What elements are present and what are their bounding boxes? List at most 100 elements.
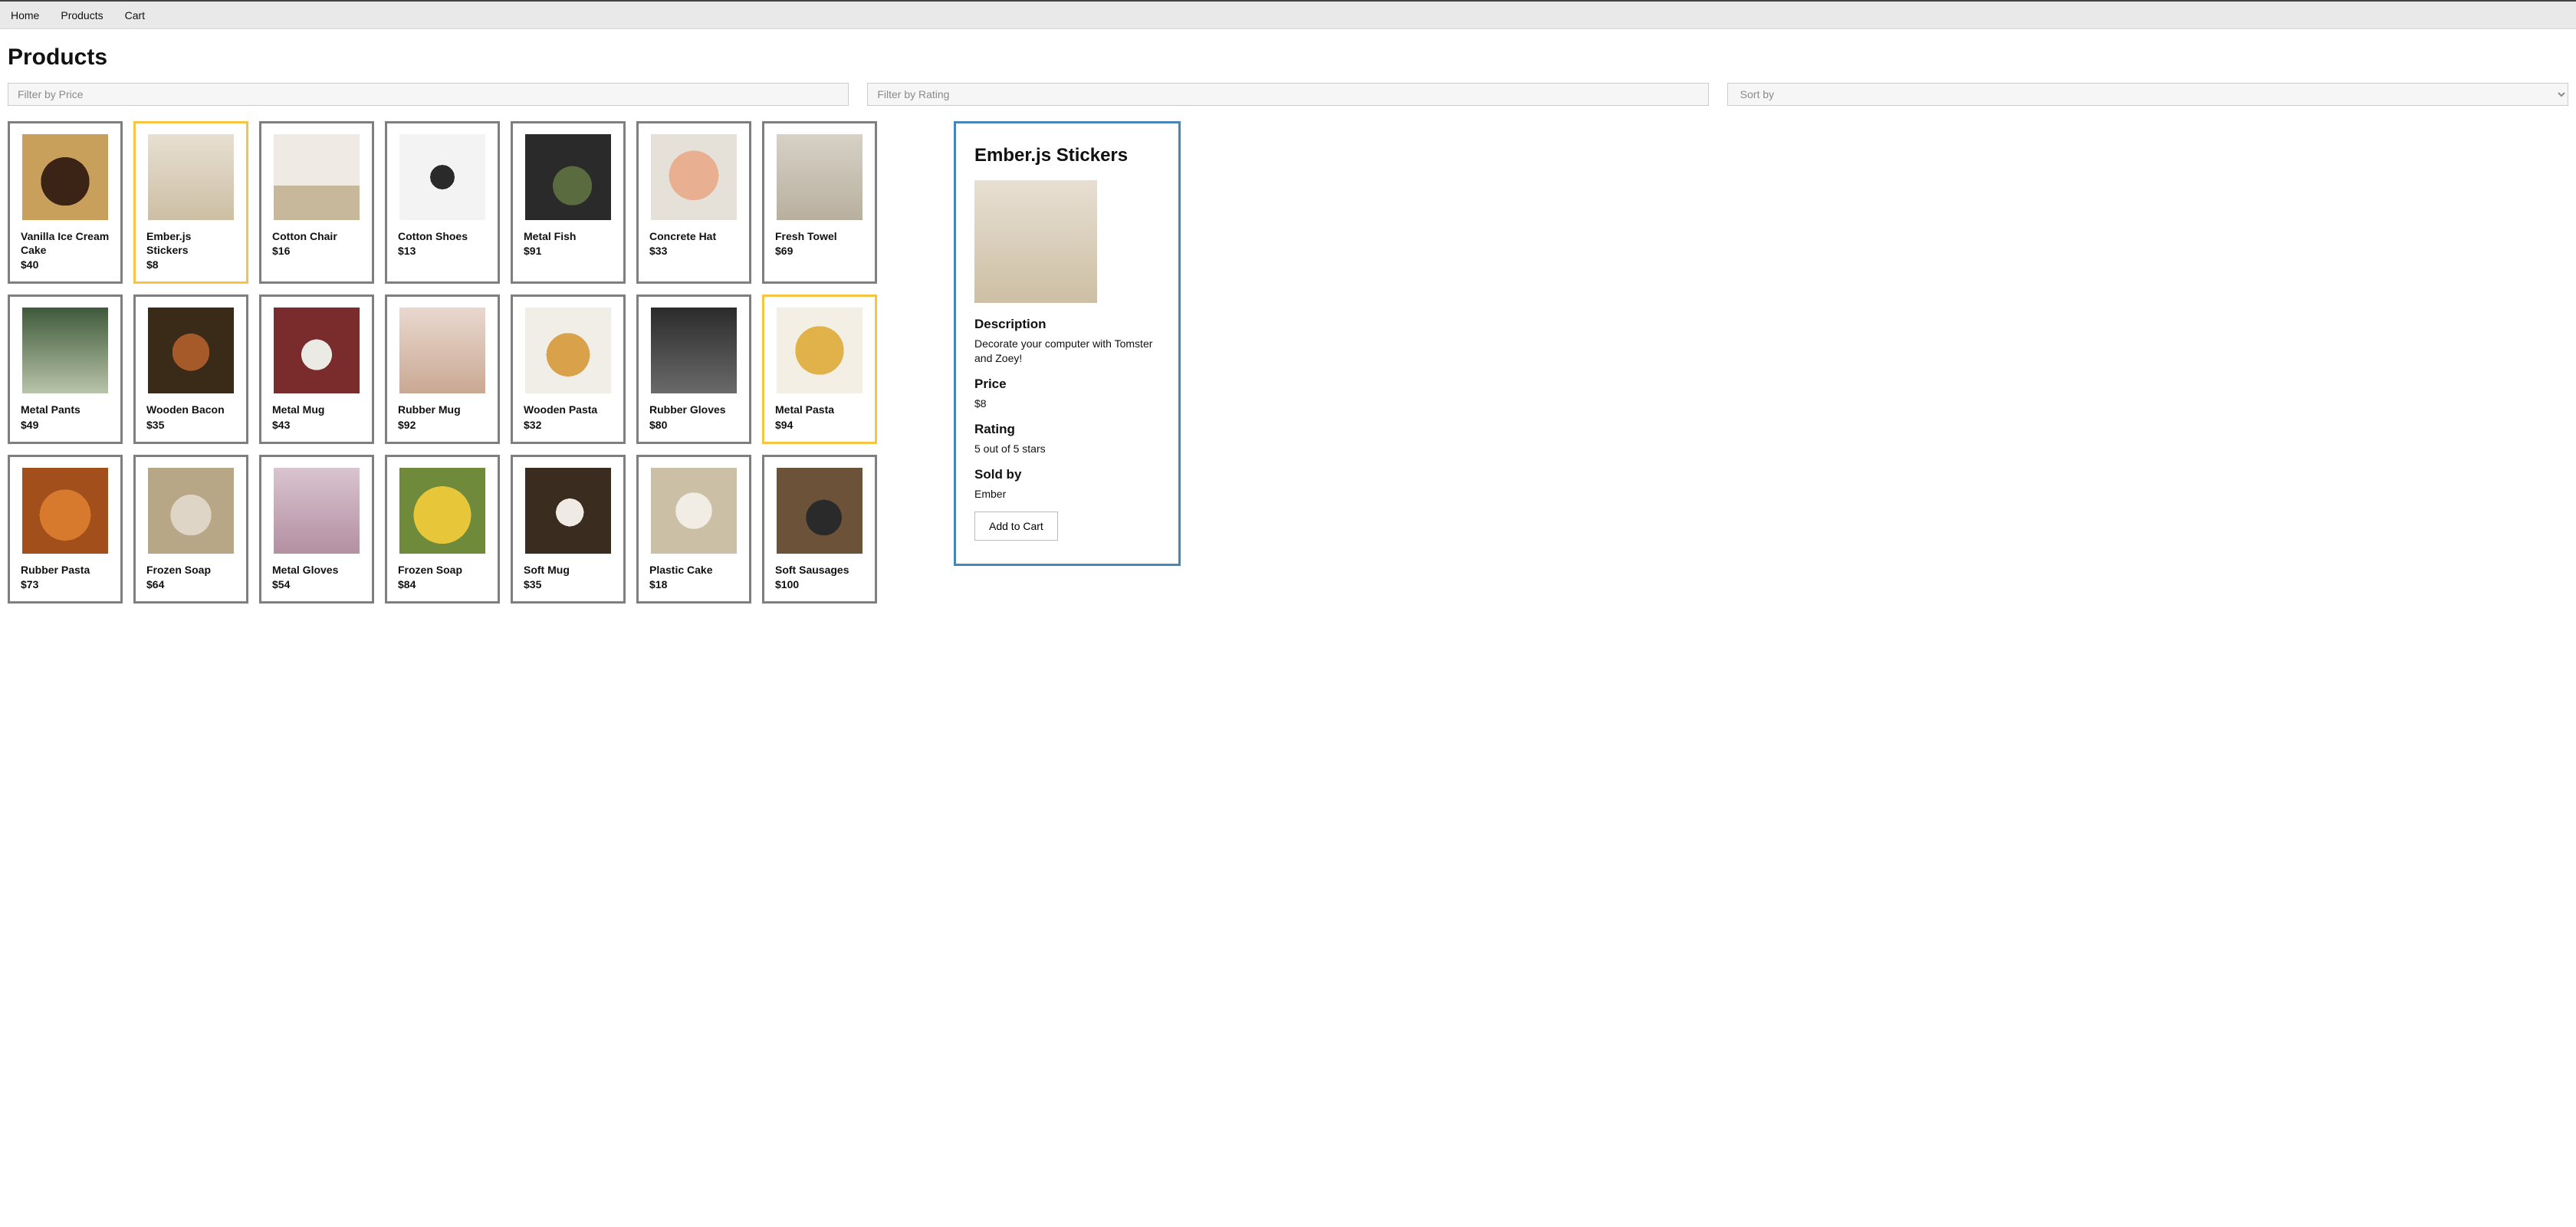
product-name: Metal Fish [524, 229, 613, 243]
product-name: Frozen Soap [398, 563, 487, 577]
product-card[interactable]: Metal Gloves$54 [259, 455, 374, 604]
product-image [777, 308, 863, 393]
top-nav: Home Products Cart [0, 0, 2576, 29]
detail-description-heading: Description [974, 317, 1160, 332]
product-price: $13 [398, 245, 487, 257]
product-image [148, 134, 234, 220]
nav-cart[interactable]: Cart [125, 9, 145, 21]
product-name: Wooden Pasta [524, 403, 613, 416]
product-grid: Vanilla Ice Cream Cake$40Ember.js Sticke… [8, 121, 877, 604]
product-card[interactable]: Rubber Mug $92 [385, 294, 500, 443]
product-card[interactable]: Frozen Soap$84 [385, 455, 500, 604]
product-name: Metal Gloves [272, 563, 361, 577]
product-name: Ember.js Stickers [146, 229, 235, 257]
product-image [525, 134, 611, 220]
detail-title: Ember.js Stickers [974, 145, 1160, 166]
product-card[interactable]: Rubber Gloves$80 [636, 294, 751, 443]
product-card[interactable]: Wooden Pasta $32 [511, 294, 626, 443]
sort-by-select[interactable]: Sort by [1727, 83, 2568, 106]
product-price: $100 [775, 578, 864, 590]
product-image [651, 308, 737, 393]
product-image [399, 308, 485, 393]
product-name: Metal Mug [272, 403, 361, 416]
detail-description-text: Decorate your computer with Tomster and … [974, 337, 1160, 366]
product-price: $54 [272, 578, 361, 590]
product-name: Plastic Cake [649, 563, 738, 577]
product-price: $18 [649, 578, 738, 590]
product-image [22, 308, 108, 393]
product-price: $35 [146, 419, 235, 431]
product-name: Fresh Towel [775, 229, 864, 243]
product-image [274, 468, 360, 554]
product-card[interactable]: Metal Pants$49 [8, 294, 123, 443]
product-image [148, 468, 234, 554]
product-price: $40 [21, 258, 110, 271]
product-card[interactable]: Cotton Chair $16 [259, 121, 374, 284]
product-name: Wooden Bacon [146, 403, 235, 416]
product-name: Soft Sausages [775, 563, 864, 577]
page-title: Products [8, 44, 2568, 71]
product-name: Soft Mug [524, 563, 613, 577]
product-price: $16 [272, 245, 361, 257]
product-price: $33 [649, 245, 738, 257]
filter-bar: Sort by [8, 83, 2568, 106]
product-name: Cotton Shoes [398, 229, 487, 243]
product-image [651, 468, 737, 554]
product-card[interactable]: Frozen Soap$64 [133, 455, 248, 604]
product-card[interactable]: Metal Fish $91 [511, 121, 626, 284]
product-card[interactable]: Metal Pasta $94 [762, 294, 877, 443]
nav-home[interactable]: Home [11, 9, 39, 21]
detail-image [974, 180, 1097, 303]
detail-price-text: $8 [974, 396, 1160, 411]
product-price: $94 [775, 419, 864, 431]
product-card[interactable]: Ember.js Stickers$8 [133, 121, 248, 284]
product-price: $73 [21, 578, 110, 590]
product-name: Rubber Mug [398, 403, 487, 416]
product-card[interactable]: Wooden Bacon $35 [133, 294, 248, 443]
detail-rating-text: 5 out of 5 stars [974, 442, 1160, 456]
product-card[interactable]: Plastic Cake$18 [636, 455, 751, 604]
product-price: $43 [272, 419, 361, 431]
product-card[interactable]: Cotton Shoes $13 [385, 121, 500, 284]
detail-seller-text: Ember [974, 487, 1160, 502]
product-name: Vanilla Ice Cream Cake [21, 229, 110, 257]
product-image [525, 308, 611, 393]
product-name: Metal Pasta [775, 403, 864, 416]
product-image [651, 134, 737, 220]
product-image [274, 308, 360, 393]
product-image [777, 468, 863, 554]
product-image [399, 134, 485, 220]
add-to-cart-button[interactable]: Add to Cart [974, 512, 1058, 541]
detail-rating-heading: Rating [974, 422, 1160, 437]
product-price: $92 [398, 419, 487, 431]
product-price: $8 [146, 258, 235, 271]
product-price: $80 [649, 419, 738, 431]
product-price: $91 [524, 245, 613, 257]
product-card[interactable]: Metal Mug $43 [259, 294, 374, 443]
product-image [274, 134, 360, 220]
product-name: Metal Pants [21, 403, 110, 416]
product-price: $64 [146, 578, 235, 590]
product-price: $69 [775, 245, 864, 257]
filter-rating-input[interactable] [867, 83, 1708, 106]
product-card[interactable]: Rubber Pasta$73 [8, 455, 123, 604]
product-image [22, 468, 108, 554]
product-image [399, 468, 485, 554]
product-name: Cotton Chair [272, 229, 361, 243]
nav-products[interactable]: Products [61, 9, 103, 21]
product-card[interactable]: Concrete Hat $33 [636, 121, 751, 284]
filter-price-input[interactable] [8, 83, 849, 106]
product-price: $32 [524, 419, 613, 431]
product-image [22, 134, 108, 220]
product-name: Frozen Soap [146, 563, 235, 577]
product-image [148, 308, 234, 393]
product-card[interactable]: Soft Mug$35 [511, 455, 626, 604]
product-card[interactable]: Fresh Towel $69 [762, 121, 877, 284]
detail-seller-heading: Sold by [974, 467, 1160, 482]
product-price: $84 [398, 578, 487, 590]
product-card[interactable]: Soft Sausages$100 [762, 455, 877, 604]
product-name: Concrete Hat [649, 229, 738, 243]
product-name: Rubber Pasta [21, 563, 110, 577]
product-card[interactable]: Vanilla Ice Cream Cake$40 [8, 121, 123, 284]
product-image [525, 468, 611, 554]
